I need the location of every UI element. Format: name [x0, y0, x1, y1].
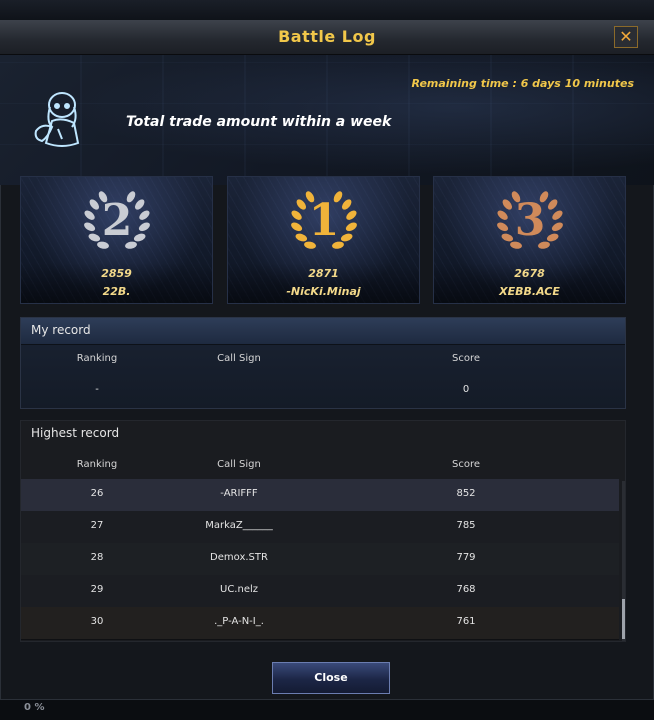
col-score: Score: [451, 459, 481, 470]
chibi-character-icon: [28, 87, 92, 151]
table-row[interactable]: 27 MarkaZ______ 785: [21, 511, 619, 544]
my-ranking: -: [95, 384, 99, 395]
laurel-rank-icon: 3: [497, 191, 563, 249]
laurel-leaf: [346, 210, 357, 220]
col-ranking: Ranking: [76, 353, 118, 364]
laurel-leaf: [548, 199, 558, 210]
row-call-sign: UC.nelz: [220, 584, 258, 595]
podium-card-third: 3 2678 XEBB.ACE: [433, 176, 626, 304]
podium-name: 22B.: [102, 285, 131, 298]
laurel-leaf: [340, 233, 353, 242]
col-score: Score: [451, 353, 481, 364]
scrollbar-thumb[interactable]: [622, 599, 625, 639]
laurel-leaf: [139, 210, 150, 220]
close-button[interactable]: Close: [272, 662, 390, 694]
my-score: 0: [462, 384, 470, 395]
row-score: 768: [456, 584, 476, 595]
laurel-leaf: [342, 199, 352, 210]
remaining-time-text: Remaining time : 6 days 10 minutes: [411, 77, 634, 90]
laurel-leaf: [296, 199, 306, 210]
rank-number: 1: [309, 195, 340, 246]
podium-score: 2871: [308, 267, 339, 280]
laurel-rank-icon: 2: [84, 191, 150, 249]
row-ranking: 29: [90, 584, 104, 595]
row-score: 785: [456, 520, 476, 531]
background-progress-text: 0 %: [24, 702, 45, 713]
window-title: Battle Log: [278, 27, 376, 46]
battle-log-window: Battle Log ✕ Remaining time : 6 days 10 …: [0, 20, 654, 700]
my-record-header: My record: [21, 318, 625, 345]
laurel-leaf: [551, 222, 563, 232]
laurel-leaf: [135, 199, 145, 210]
podium-score: 2678: [514, 267, 545, 280]
laurel-leaf: [88, 233, 101, 242]
laurel-rank-icon: 1: [291, 191, 357, 249]
row-ranking: 26: [90, 488, 104, 499]
banner-subtitle: Total trade amount within a week: [126, 114, 392, 130]
laurel-leaf: [89, 199, 99, 210]
highest-record-title: Highest record: [31, 426, 120, 440]
row-call-sign: Demox.STR: [210, 552, 268, 563]
laurel-leaf: [502, 199, 512, 210]
close-icon[interactable]: ✕: [614, 26, 638, 48]
podium-score: 2859: [101, 267, 132, 280]
list-scrollbar[interactable]: [622, 481, 625, 641]
table-row[interactable]: 28 Demox.STR 779: [21, 543, 619, 576]
my-record-title: My record: [31, 323, 91, 337]
event-banner: Remaining time : 6 days 10 minutes Total…: [0, 55, 654, 185]
highest-record-list[interactable]: 26 -ARIFFF 852 27 MarkaZ______ 785 28 De…: [21, 479, 619, 641]
laurel-leaf: [133, 233, 146, 242]
row-call-sign: -ARIFFF: [220, 488, 258, 499]
laurel-leaf: [84, 210, 95, 220]
row-ranking: 27: [90, 520, 104, 531]
laurel-leaf: [497, 210, 508, 220]
table-row[interactable]: 30 ._P-A-N-I_. 761: [21, 607, 619, 640]
col-ranking: Ranking: [76, 459, 118, 470]
rank-number: 3: [515, 195, 546, 246]
title-bar: Battle Log ✕: [0, 20, 654, 55]
row-score: 852: [456, 488, 476, 499]
row-call-sign: ._P-A-N-I_.: [214, 616, 264, 627]
laurel-leaf: [345, 222, 357, 232]
background-bottom-bar: 0 %: [0, 700, 654, 720]
podium-name: XEBB.ACE: [499, 285, 560, 298]
laurel-leaf: [497, 222, 509, 232]
laurel-leaf: [501, 233, 514, 242]
row-score: 761: [456, 616, 476, 627]
laurel-leaf: [546, 233, 559, 242]
row-score: 779: [456, 552, 476, 563]
row-ranking: 28: [90, 552, 104, 563]
laurel-leaf: [291, 210, 302, 220]
my-record-panel: My record Ranking Call Sign Score - 0: [20, 317, 626, 409]
col-call-sign: Call Sign: [217, 459, 261, 470]
table-row[interactable]: 29 UC.nelz 768: [21, 575, 619, 608]
highest-record-panel: Highest record Ranking Call Sign Score 2…: [20, 420, 626, 642]
row-ranking: 30: [90, 616, 104, 627]
rank-number: 2: [102, 195, 133, 246]
podium-card-second: 2 2859 22B.: [20, 176, 213, 304]
table-row[interactable]: 26 -ARIFFF 852: [21, 479, 619, 512]
row-call-sign: MarkaZ______: [205, 520, 273, 531]
laurel-leaf: [291, 222, 303, 232]
col-call-sign: Call Sign: [217, 353, 261, 364]
laurel-leaf: [138, 222, 150, 232]
laurel-leaf: [295, 233, 308, 242]
laurel-leaf: [84, 222, 96, 232]
podium-name: -NicKi.Minaj: [286, 285, 361, 298]
podium-card-first: 1 2871 -NicKi.Minaj: [227, 176, 420, 304]
laurel-leaf: [552, 210, 563, 220]
